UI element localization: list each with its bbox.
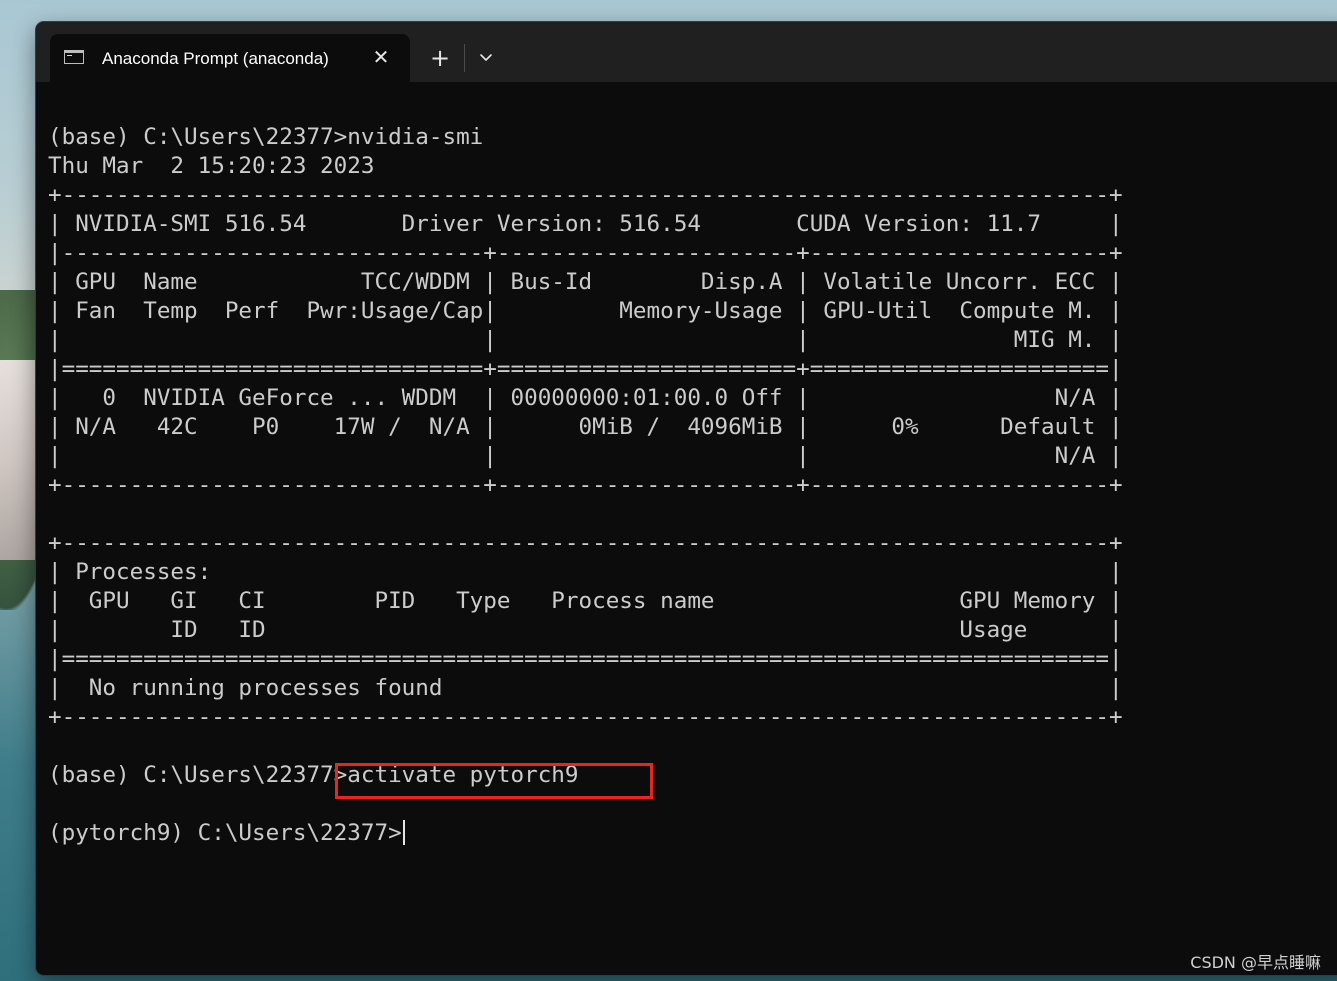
- watermark: CSDN @早点睡嘛: [1190, 953, 1321, 972]
- terminal-line: +---------------------------------------…: [48, 182, 1123, 208]
- close-tab-icon[interactable]: ✕: [368, 44, 394, 70]
- terminal-icon: [64, 50, 84, 64]
- terminal-line: | Processes: |: [48, 559, 1123, 585]
- terminal-line: | ID ID Usage |: [48, 617, 1123, 643]
- terminal-line: | 0 NVIDIA GeForce ... WDDM | 00000000:0…: [48, 385, 1123, 411]
- terminal-line: |=======================================…: [48, 646, 1123, 672]
- terminal-line: | Fan Temp Perf Pwr:Usage/Cap| Memory-Us…: [48, 298, 1123, 324]
- text-cursor: [402, 820, 405, 845]
- terminal-line: |===============================+=======…: [48, 356, 1123, 382]
- terminal-line: (base) C:\Users\22377>nvidia-smi: [48, 124, 484, 150]
- chevron-down-icon[interactable]: [472, 44, 500, 72]
- terminal-line: (base) C:\Users\22377>activate pytorch9: [48, 762, 579, 788]
- terminal-line: Thu Mar 2 15:20:23 2023: [48, 153, 375, 179]
- terminal-line: +---------------------------------------…: [48, 704, 1123, 730]
- title-bar: Anaconda Prompt (anaconda) ✕ +: [36, 22, 1337, 82]
- terminal-output[interactable]: (base) C:\Users\22377>nvidia-smi Thu Mar…: [48, 123, 1337, 963]
- terminal-line: | GPU GI CI PID Type Process name GPU Me…: [48, 588, 1123, 614]
- terminal-line: +---------------------------------------…: [48, 530, 1123, 556]
- tab-divider: [464, 44, 465, 72]
- desktop-wallpaper: Anaconda Prompt (anaconda) ✕ + (base) C:…: [0, 0, 1337, 981]
- terminal-prompt-line: (pytorch9) C:\Users\22377>: [48, 819, 405, 848]
- terminal-window: Anaconda Prompt (anaconda) ✕ + (base) C:…: [36, 22, 1337, 975]
- terminal-line: | | | MIG M. |: [48, 327, 1123, 353]
- terminal-line: | NVIDIA-SMI 516.54 Driver Version: 516.…: [48, 211, 1123, 237]
- terminal-line: | N/A 42C P0 17W / N/A | 0MiB / 4096MiB …: [48, 414, 1123, 440]
- terminal-line: +-------------------------------+-------…: [48, 472, 1123, 498]
- tab-title: Anaconda Prompt (anaconda): [102, 49, 329, 68]
- terminal-line: |-------------------------------+-------…: [48, 240, 1123, 266]
- new-tab-button[interactable]: +: [424, 44, 456, 72]
- terminal-line: | | | N/A |: [48, 443, 1123, 469]
- terminal-line: | GPU Name TCC/WDDM | Bus-Id Disp.A | Vo…: [48, 269, 1123, 295]
- tab-anaconda-prompt[interactable]: Anaconda Prompt (anaconda) ✕: [50, 34, 410, 82]
- terminal-line: | No running processes found |: [48, 675, 1123, 701]
- terminal-prompt: (pytorch9) C:\Users\22377>: [48, 820, 402, 846]
